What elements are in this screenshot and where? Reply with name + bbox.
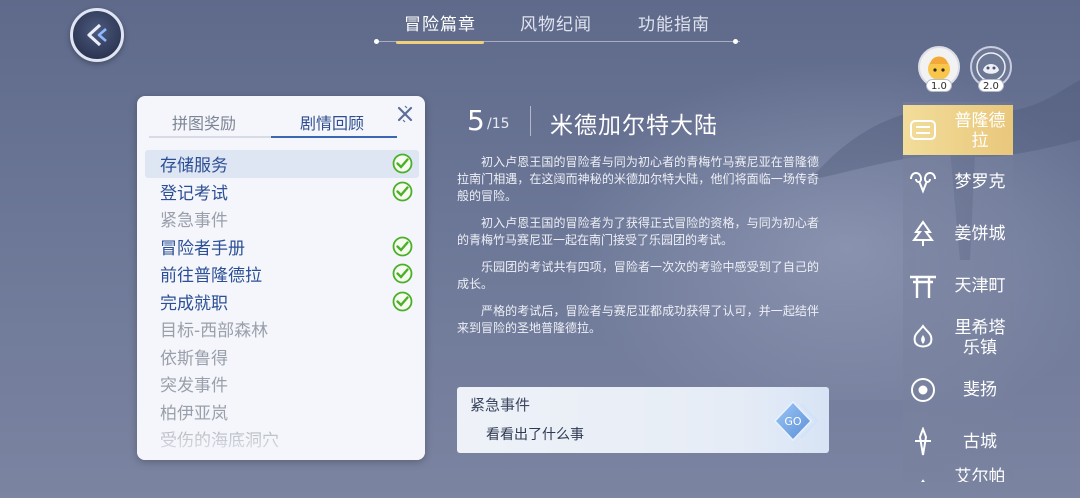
story-paragraph: 严格的考试后，冒险者与赛尼亚都成功获得了认可，并一起结伴来到冒险的圣地普隆德拉。 — [457, 304, 819, 335]
torii-gate-icon — [910, 275, 936, 298]
story-list-item[interactable]: 突发事件 — [145, 370, 419, 398]
tab-adventure-chapter[interactable]: 冒险篇章 — [396, 10, 484, 44]
story-list-item[interactable]: 完成就职 — [145, 288, 419, 316]
tab-underline-active — [271, 136, 397, 138]
story-review-panel: 拼图奖励 剧情回顾 存储服务登记考试紧急事件冒险者手册前往普隆德拉 完成就职目标-… — [137, 96, 425, 460]
story-list-item[interactable]: 依斯鲁得 — [145, 343, 419, 371]
pine-tree-icon — [912, 220, 934, 246]
chapter-separator — [530, 106, 531, 136]
event-card[interactable]: 紧急事件 看看出了什么事 GO — [457, 387, 829, 453]
story-item-label: 冒险者手册 — [160, 238, 245, 259]
story-list-item[interactable]: 紧急事件 — [145, 205, 419, 233]
story-item-label: 依斯鲁得 — [160, 348, 228, 369]
story-paragraph: 乐园团的考试共有四项，冒险者一次次的考验中感受到了自己的成长。 — [457, 260, 819, 291]
region-item-morroc[interactable]: 梦罗克 — [903, 157, 1013, 207]
avatar-1-badge: 1.0 — [926, 79, 952, 92]
back-button[interactable] — [70, 8, 124, 62]
top-tab-bar: 冒险篇章 风物纪闻 功能指南 — [370, 0, 740, 46]
region-item-lighthalzen[interactable]: 里希塔乐镇 — [903, 313, 1013, 363]
checkmark-icon — [392, 181, 413, 201]
story-text: 初入卢恩王国的冒险者与同为初心者的青梅竹马赛尼亚在普隆德拉南门相遇，在这阔而神秘… — [457, 154, 819, 347]
flame-emblem-icon — [913, 324, 933, 348]
story-list-item[interactable]: 前往普隆德拉 — [145, 260, 419, 288]
avatar-2-badge: 2.0 — [978, 79, 1004, 92]
story-list-item[interactable]: 冒险者手册 — [145, 233, 419, 261]
story-item-label: 紧急事件 — [160, 211, 228, 232]
region-item-prontera[interactable]: 普隆德拉 — [903, 105, 1013, 155]
go-label: GO — [784, 415, 802, 428]
prontera-icon — [910, 120, 936, 140]
story-paragraph: 初入卢恩王国的冒险者与同为初心者的青梅竹马赛尼亚在普隆德拉南门相遇，在这阔而神秘… — [457, 155, 819, 203]
spire-icon — [915, 427, 931, 456]
event-description: 看看出了什么事 — [486, 427, 584, 443]
checkmark-icon — [392, 153, 413, 174]
region-item-payon[interactable]: 斐扬 — [903, 365, 1013, 415]
panel-bottom-fade — [137, 416, 425, 460]
region-name: 古城 — [963, 432, 997, 452]
story-list: 存储服务登记考试紧急事件冒险者手册前往普隆德拉 完成就职目标-西部森林 依斯鲁得突发… — [145, 150, 419, 453]
tab-bar-dot-right — [733, 39, 738, 44]
region-name: 天津町 — [954, 276, 1006, 296]
region-item-amatsu[interactable]: 天津町 — [903, 261, 1013, 311]
region-item-gingerbread[interactable]: 姜饼城 — [903, 209, 1013, 259]
region-name: 斐扬 — [963, 380, 997, 400]
checkmark-icon — [392, 236, 413, 256]
story-item-label: 完成就职 — [160, 293, 228, 314]
region-item-ancient-city[interactable]: 古城 — [903, 417, 1013, 467]
region-item-partial[interactable]: 艾尔帕 — [903, 467, 1013, 482]
region-name: 姜饼城 — [954, 224, 1006, 244]
checkmark-icon — [392, 291, 413, 311]
back-arrow-icon — [87, 23, 107, 47]
tab-underline-inactive — [149, 136, 271, 138]
go-button[interactable]: GO — [771, 396, 823, 446]
ram-horn-icon — [910, 172, 936, 194]
story-item-label: 存储服务 — [160, 156, 228, 177]
checkmark-icon — [392, 263, 413, 284]
region-name: 梦罗克 — [954, 172, 1006, 192]
partial-region-icon — [921, 479, 925, 482]
chapter-title: 米德加尔特大陆 — [550, 113, 718, 139]
region-list: 普隆德拉 梦罗克 姜饼城 天津町 里希塔乐镇 斐扬 古城 艾尔帕 — [903, 102, 1013, 482]
story-item-label: 前往普隆德拉 — [160, 266, 262, 287]
tab-local-lore[interactable]: 风物纪闻 — [520, 10, 592, 35]
story-item-label: 登记考试 — [160, 183, 228, 204]
close-icon[interactable] — [395, 104, 415, 124]
eye-emblem-icon — [911, 378, 935, 402]
region-name: 普隆德拉 — [954, 111, 1006, 151]
chapter-total: /15 — [487, 116, 510, 132]
story-paragraph: 初入卢恩王国的冒险者为了获得正式冒险的资格，与同为初心者的青梅竹马赛尼亚一起在南… — [457, 216, 819, 247]
tab-feature-guide[interactable]: 功能指南 — [638, 10, 710, 35]
chapter-current-number: 5 — [467, 104, 485, 137]
story-item-label: 目标-西部森林 — [160, 321, 269, 342]
story-item-label: 突发事件 — [160, 376, 228, 397]
tab-puzzle-rewards[interactable]: 拼图奖励 — [172, 110, 236, 134]
region-name: 艾尔帕 — [954, 467, 1006, 482]
story-list-item[interactable]: 目标-西部森林 — [145, 315, 419, 343]
region-name: 里希塔乐镇 — [954, 318, 1006, 358]
event-title: 紧急事件 — [470, 396, 531, 414]
story-list-item[interactable]: 登记考试 — [145, 178, 419, 206]
tab-story-review[interactable]: 剧情回顾 — [300, 110, 364, 134]
tab-bar-dot-left — [374, 39, 379, 44]
story-list-item[interactable]: 存储服务 — [145, 150, 419, 178]
